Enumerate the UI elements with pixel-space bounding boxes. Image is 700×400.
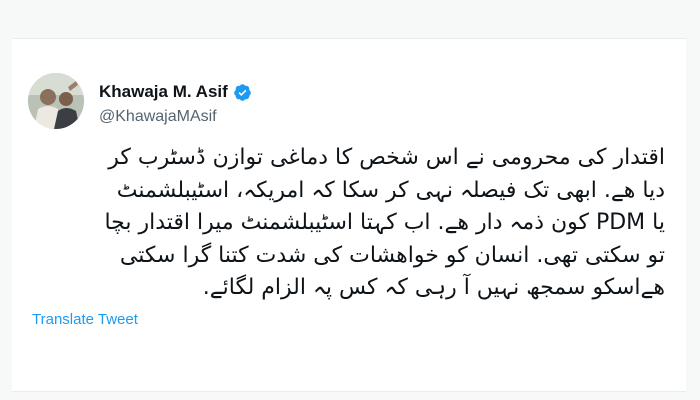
- avatar[interactable]: [28, 73, 84, 129]
- tweet-text-line: دیا ھے. ابھی تک فیصلہ نہی کر سکا کہ امری…: [116, 177, 665, 203]
- tweet-text-line: تو سکتی تھی. انسان کو خواھشات کی شدت کتن…: [119, 242, 665, 268]
- author-handle[interactable]: @KhawajaMAsif: [99, 108, 252, 126]
- avatar-photo: [28, 73, 84, 129]
- tweet-card: Khawaja M. Asif @KhawajaMAsif اقتدار کی …: [12, 38, 686, 392]
- tweet-text: اقتدار کی محرومی نے اس شخص کا دماغی تواز…: [104, 142, 665, 305]
- author-name-row: Khawaja M. Asif: [99, 81, 252, 103]
- verified-badge-icon: [233, 83, 251, 101]
- tweet-text-line: اقتدار کی محرومی نے اس شخص کا دماغی تواز…: [108, 145, 665, 170]
- tweet-text-line: یا PDM کون ذمہ دار ھے. اب کہتا اسٹیبلشمن…: [104, 210, 665, 235]
- tweet-text-line: ھےاسکو سمجھ نہیں آ رہی کہ کس پہ الزام لگ…: [202, 275, 665, 300]
- tweet-author: Khawaja M. Asif @KhawajaMAsif: [99, 81, 252, 126]
- author-display-name[interactable]: Khawaja M. Asif: [99, 82, 228, 102]
- translate-tweet-link[interactable]: Translate Tweet: [32, 311, 138, 328]
